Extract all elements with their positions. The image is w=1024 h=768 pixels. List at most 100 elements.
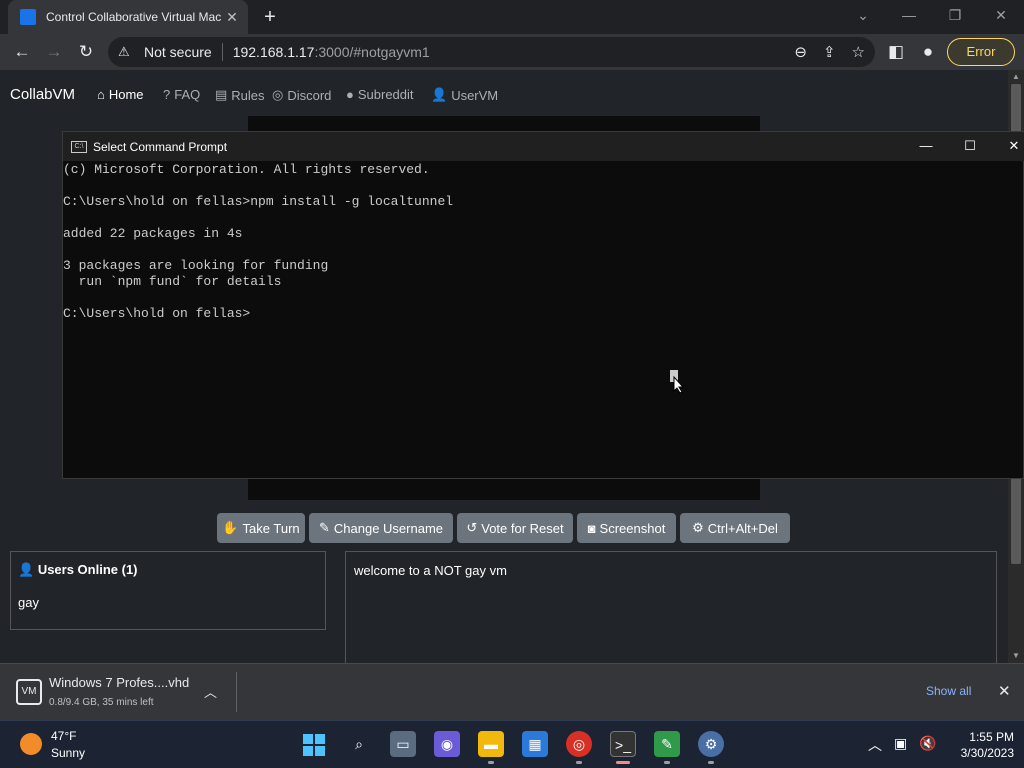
- download-shelf: VM Windows 7 Profes....vhd 0.8/9.4 GB, 3…: [0, 663, 1024, 720]
- close-shelf-icon[interactable]: ✕: [998, 682, 1011, 700]
- user-icon: 👤: [431, 87, 448, 102]
- nav-subreddit[interactable]: ● Subreddit: [346, 87, 414, 102]
- nav-uservm[interactable]: 👤 UserVM: [431, 87, 498, 103]
- user-entry[interactable]: gay: [18, 595, 39, 610]
- chat-panel: welcome to a NOT gay vm: [345, 551, 997, 663]
- weather-temperature[interactable]: 47°F: [51, 729, 76, 743]
- profile-icon[interactable]: ●: [914, 38, 942, 66]
- scroll-up-icon[interactable]: ▲: [1008, 71, 1024, 83]
- download-progress: 0.8/9.4 GB, 35 mins left: [49, 697, 154, 708]
- ctrl-alt-del-button[interactable]: ⚙ Ctrl+Alt+Del: [680, 513, 790, 543]
- running-indicator: [708, 761, 714, 764]
- error-button[interactable]: Error: [947, 38, 1015, 66]
- weather-condition[interactable]: Sunny: [51, 746, 85, 760]
- sun-weather-icon[interactable]: [20, 733, 42, 755]
- tab-title: Control Collaborative Virtual Mac: [46, 10, 222, 24]
- users-online-panel: 👤 Users Online (1) gay: [10, 551, 326, 630]
- user-edit-icon: ✎: [318, 520, 330, 535]
- mouse-pointer-icon: [673, 376, 685, 394]
- cmd-title: Select Command Prompt: [93, 139, 228, 154]
- clock-time: 1:55 PM: [969, 730, 1014, 744]
- reload-icon[interactable]: ↻: [72, 38, 100, 66]
- running-indicator: [576, 761, 582, 764]
- side-panel-icon[interactable]: ◧: [882, 38, 910, 66]
- tab-close-icon[interactable]: ✕: [224, 9, 240, 26]
- zoom-icon[interactable]: ⊖: [794, 43, 807, 61]
- running-indicator: [488, 761, 494, 764]
- address-bar[interactable]: ⚠ Not secure 192.168.1.17 :3000/#notgayv…: [108, 37, 875, 67]
- clipboard-icon: ▤: [215, 87, 228, 102]
- url-host: 192.168.1.17: [232, 44, 315, 60]
- site-brand[interactable]: CollabVM: [10, 86, 75, 103]
- cmd-close-icon[interactable]: ✕: [991, 132, 1024, 161]
- warning-icon: ⚠: [118, 44, 130, 59]
- system-tray: ︿ ▣ 🔇: [868, 735, 937, 755]
- teams-chat-icon[interactable]: ◉: [434, 731, 460, 757]
- command-prompt-window[interactable]: C:\ Select Command Prompt — ☐ ✕ (c) Micr…: [62, 131, 1024, 479]
- monitor-favicon-icon: [20, 9, 36, 25]
- settings-gear-icon[interactable]: ⚙: [698, 731, 724, 757]
- share-icon[interactable]: ⇪: [823, 43, 836, 61]
- undo-icon: ↺: [466, 520, 478, 535]
- chevron-up-icon[interactable]: ︿: [204, 682, 217, 701]
- running-indicator: [664, 761, 670, 764]
- url-path: :3000/#notgayvm1: [314, 44, 430, 60]
- cmd-app-icon: C:\: [71, 140, 87, 153]
- address-divider: [221, 43, 223, 61]
- taskbar-clock[interactable]: 1:55 PM 3/30/2023: [940, 729, 1014, 761]
- nav-rules[interactable]: ▤ Rules: [215, 87, 265, 103]
- security-label: Not secure: [144, 44, 212, 60]
- bookmark-star-icon[interactable]: ☆: [852, 43, 865, 61]
- browser-tab[interactable]: Control Collaborative Virtual Mac ✕: [8, 0, 248, 34]
- search-icon[interactable]: ⌕: [346, 731, 372, 757]
- active-indicator: [616, 761, 630, 764]
- restore-window-icon[interactable]: ❐: [932, 0, 978, 32]
- take-turn-button[interactable]: ✋ Take Turn: [217, 513, 305, 543]
- cmd-minimize-icon[interactable]: —: [903, 132, 949, 161]
- network-icon[interactable]: ▣: [894, 735, 907, 755]
- notepad-icon[interactable]: ✎: [654, 731, 680, 757]
- home-icon: ⌂: [97, 87, 105, 102]
- camera-icon: ◙: [587, 520, 596, 536]
- windows-taskbar: 47°F Sunny ⌕ ▭ ◉ ▬ ▦ ◎ >_ ✎ ⚙ ︿ ▣ 🔇 1:55…: [0, 720, 1024, 768]
- gear-icon: ⚙: [692, 520, 704, 535]
- windows-start-icon[interactable]: [302, 733, 326, 757]
- close-window-icon[interactable]: ✕: [978, 0, 1024, 32]
- change-username-button[interactable]: ✎ Change Username: [309, 513, 453, 543]
- microsoft-store-icon[interactable]: ▦: [522, 731, 548, 757]
- volume-muted-icon[interactable]: 🔇: [919, 735, 936, 755]
- tab-strip: Control Collaborative Virtual Mac ✕ + ⌄ …: [0, 0, 1024, 34]
- clock-date: 3/30/2023: [960, 746, 1014, 760]
- minimize-window-icon[interactable]: —: [886, 0, 932, 32]
- back-arrow-icon[interactable]: ←: [8, 38, 36, 66]
- users-online-header: 👤 Users Online (1): [18, 562, 138, 577]
- cmd-maximize-icon[interactable]: ☐: [947, 132, 993, 161]
- discord-icon: ◎: [272, 87, 284, 102]
- download-divider: [236, 672, 237, 712]
- show-all-button[interactable]: Show all: [926, 684, 971, 698]
- question-icon: ?: [163, 87, 171, 102]
- terminal-icon[interactable]: >_: [610, 731, 636, 757]
- task-view-icon[interactable]: ▭: [390, 731, 416, 757]
- new-tab-button[interactable]: +: [258, 6, 282, 28]
- vote-reset-button[interactable]: ↺ Vote for Reset: [457, 513, 573, 543]
- reddit-icon: ●: [346, 87, 354, 102]
- tab-search-icon[interactable]: ⌄: [840, 0, 886, 32]
- browser-toolbar: ← → ↻ ⚠ Not secure 192.168.1.17 :3000/#n…: [0, 34, 1024, 70]
- screenshot-button[interactable]: ◙ Screenshot: [577, 513, 676, 543]
- vhd-file-icon: VM: [16, 679, 42, 705]
- cmd-title-bar[interactable]: C:\ Select Command Prompt: [63, 132, 1024, 161]
- user-icon: 👤: [18, 562, 35, 577]
- forward-arrow-icon[interactable]: →: [40, 38, 68, 66]
- nav-home[interactable]: ⌂ Home: [97, 87, 144, 102]
- nav-faq[interactable]: ? FAQ: [163, 87, 200, 102]
- download-filename[interactable]: Windows 7 Profes....vhd: [49, 675, 189, 690]
- chevron-up-icon[interactable]: ︿: [868, 735, 882, 755]
- scroll-down-icon[interactable]: ▼: [1008, 650, 1024, 662]
- chat-message: welcome to a NOT gay vm: [354, 563, 507, 578]
- nav-discord[interactable]: ◎ Discord: [272, 87, 331, 103]
- file-explorer-icon[interactable]: ▬: [478, 731, 504, 757]
- hand-icon: ✋: [222, 520, 239, 535]
- cmd-output[interactable]: (c) Microsoft Corporation. All rights re…: [63, 162, 1023, 322]
- chrome-icon[interactable]: ◎: [566, 731, 592, 757]
